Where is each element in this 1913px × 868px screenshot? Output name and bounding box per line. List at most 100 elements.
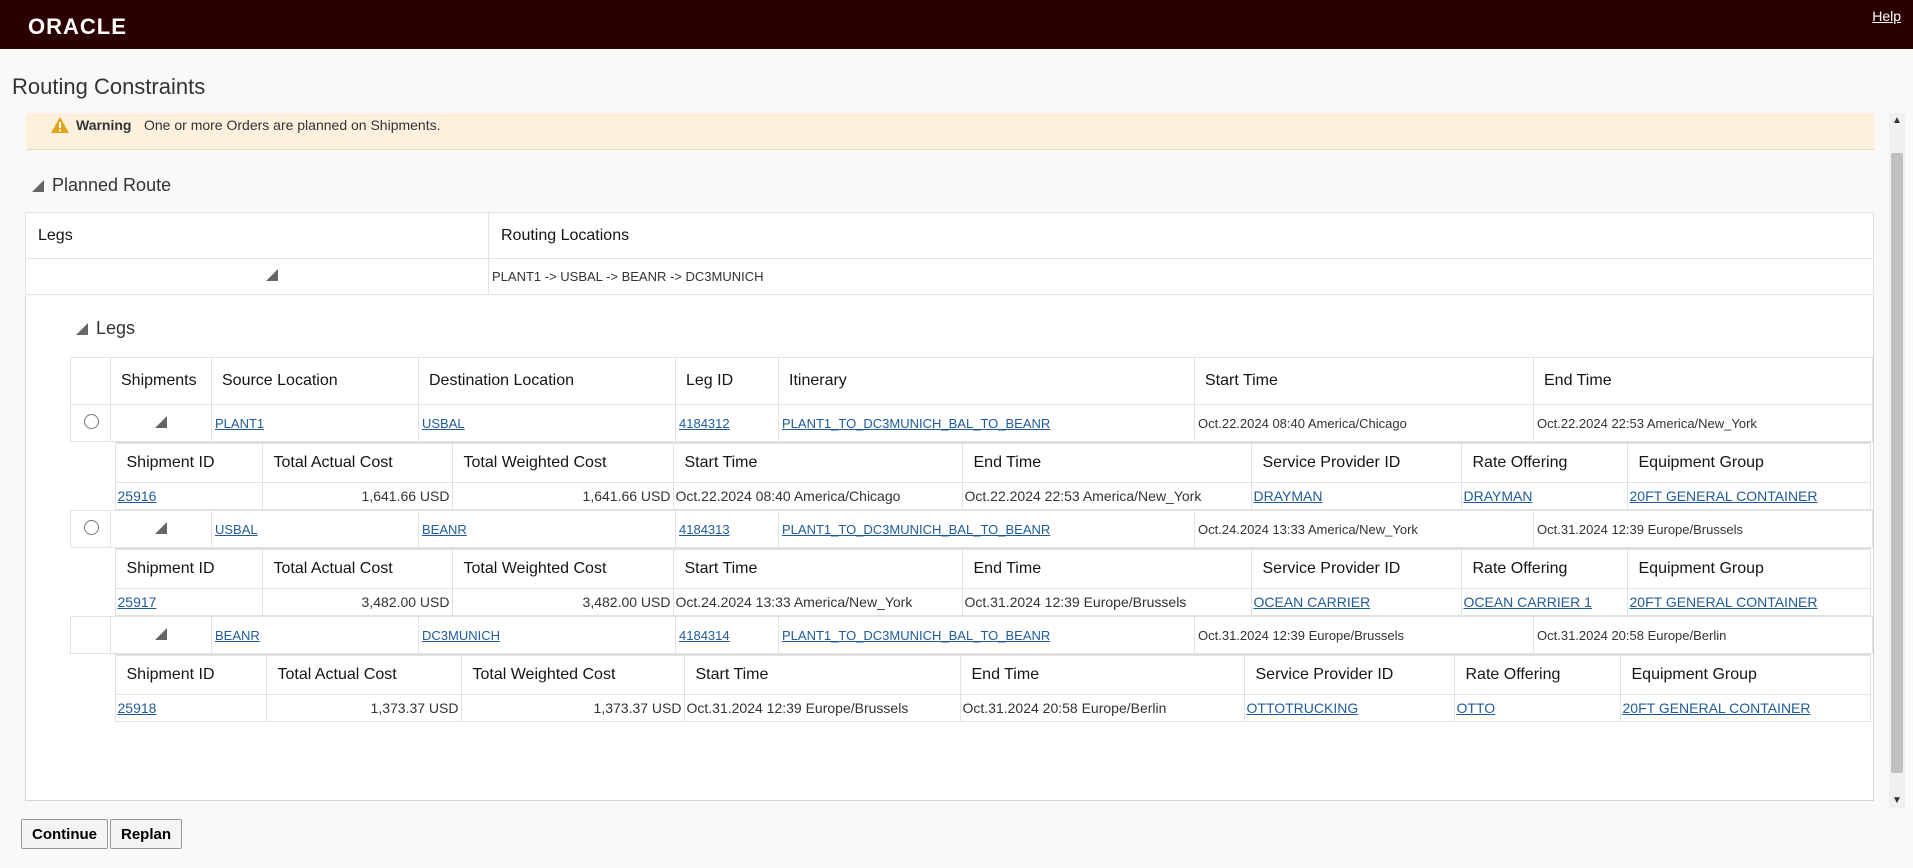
column-header-service-provider-id[interactable]: Service Provider ID [1250,549,1462,589]
continue-button[interactable]: Continue [21,819,108,849]
service-provider-link[interactable]: OTTOTRUCKING [1247,700,1359,716]
planned-route-header[interactable]: Planned Route [32,175,171,196]
column-header-equipment-group[interactable]: Equipment Group [1626,443,1871,483]
leg-id-link[interactable]: 4184312 [679,416,730,431]
shipments-toggle[interactable] [110,510,212,548]
itinerary-link[interactable]: PLANT1_TO_DC3MUNICH_BAL_TO_BEANR [782,522,1050,537]
content-scroll-area: Warning One or more Orders are planned o… [0,113,1890,808]
row-selector[interactable] [70,510,111,548]
end-time: Oct.31.2024 12:39 Europe/Brussels [1533,510,1873,548]
table-row: PLANT1 -> USBAL -> BEANR -> DC3MUNICH [25,258,1874,295]
shipment-id-link[interactable]: 25916 [118,488,157,504]
collapse-triangle-icon[interactable] [155,521,167,534]
help-link[interactable]: Help [1872,8,1901,24]
collapse-triangle-icon [76,323,88,336]
column-header-end-time[interactable]: End Time [959,655,1245,695]
column-header-total-weighted-cost[interactable]: Total Weighted Cost [451,549,674,589]
legs-toggle-cell[interactable] [25,258,489,295]
scroll-up-icon[interactable]: ▲ [1892,115,1902,126]
destination-location-link[interactable]: USBAL [422,416,465,431]
shipment-detail-row: Shipment ID Total Actual Cost Total Weig… [71,548,1873,617]
column-header-start-time[interactable]: Start Time [683,655,961,695]
equipment-group-link[interactable]: 20FT GENERAL CONTAINER [1630,594,1818,610]
column-header-total-actual-cost[interactable]: Total Actual Cost [265,655,462,695]
column-header-service-provider-id[interactable]: Service Provider ID [1250,443,1462,483]
itinerary-link[interactable]: PLANT1_TO_DC3MUNICH_BAL_TO_BEANR [782,628,1050,643]
column-header-total-weighted-cost[interactable]: Total Weighted Cost [451,443,674,483]
planned-route-title: Planned Route [52,175,172,195]
oracle-logo: ORACLE [28,14,127,39]
collapse-triangle-icon[interactable] [155,415,167,428]
shipment-end-time: Oct.31.2024 20:58 Europe/Berlin [959,694,1245,722]
leg-row: PLANT1 USBAL 4184312 PLANT1_TO_DC3MUNICH… [70,404,1873,442]
shipment-end-time: Oct.31.2024 12:39 Europe/Brussels [961,588,1252,616]
equipment-group-link[interactable]: 20FT GENERAL CONTAINER [1623,700,1811,716]
column-header-equipment-group[interactable]: Equipment Group [1626,549,1871,589]
rate-offering-link[interactable]: OTTO [1457,700,1496,716]
column-header-end-time[interactable]: End Time [961,549,1252,589]
column-header-shipments[interactable]: Shipments [110,357,212,405]
planned-route-table: Legs Routing Locations PLANT1 -> USBAL -… [25,212,1874,295]
column-header-leg-id[interactable]: Leg ID [675,357,779,405]
equipment-group-link[interactable]: 20FT GENERAL CONTAINER [1630,488,1818,504]
itinerary-link[interactable]: PLANT1_TO_DC3MUNICH_BAL_TO_BEANR [782,416,1050,431]
column-header-shipment-id[interactable]: Shipment ID [114,655,267,695]
select-radio[interactable] [84,414,99,429]
column-header-destination-location[interactable]: Destination Location [418,357,676,405]
shipment-end-time: Oct.22.2024 22:53 America/New_York [961,482,1252,510]
collapse-triangle-icon[interactable] [155,627,167,640]
scrollbar-thumb[interactable] [1891,153,1903,773]
column-header-source-location[interactable]: Source Location [211,357,419,405]
column-header-rate-offering[interactable]: Rate Offering [1460,549,1628,589]
shipment-id-link[interactable]: 25918 [118,700,157,716]
column-header-equipment-group[interactable]: Equipment Group [1619,655,1871,695]
column-header-total-weighted-cost[interactable]: Total Weighted Cost [460,655,685,695]
column-header-shipment-id[interactable]: Shipment ID [114,549,263,589]
service-provider-link[interactable]: OCEAN CARRIER [1254,594,1371,610]
shipment-detail-row: Shipment ID Total Actual Cost Total Weig… [71,654,1873,722]
column-header-start-time[interactable]: Start Time [1194,357,1534,405]
column-header-service-provider-id[interactable]: Service Provider ID [1243,655,1455,695]
source-location-link[interactable]: PLANT1 [215,416,264,431]
replan-button[interactable]: Replan [110,819,183,849]
column-header-select [70,357,111,405]
select-radio[interactable] [84,520,99,535]
column-header-rate-offering[interactable]: Rate Offering [1460,443,1628,483]
shipments-table: Shipment ID Total Actual Cost Total Weig… [114,655,1871,722]
warning-icon [51,117,69,133]
column-header-end-time[interactable]: End Time [961,443,1252,483]
destination-location-link[interactable]: BEANR [422,522,467,537]
leg-id-link[interactable]: 4184313 [679,522,730,537]
column-header-start-time[interactable]: Start Time [672,443,963,483]
shipment-id-link[interactable]: 25917 [118,594,157,610]
column-header-shipment-id[interactable]: Shipment ID [114,443,263,483]
destination-location-link[interactable]: DC3MUNICH [422,628,500,643]
page-title: Routing Constraints [12,74,206,99]
source-location-link[interactable]: BEANR [215,628,260,643]
column-header-itinerary[interactable]: Itinerary [778,357,1195,405]
start-time: Oct.24.2024 13:33 America/New_York [1194,510,1534,548]
scroll-down-icon[interactable]: ▼ [1892,795,1902,806]
service-provider-link[interactable]: DRAYMAN [1254,488,1323,504]
leg-row: USBAL BEANR 4184313 PLANT1_TO_DC3MUNICH_… [70,510,1873,548]
shipment-detail-row: Shipment ID Total Actual Cost Total Weig… [71,442,1873,511]
row-selector[interactable] [70,404,111,442]
column-header-end-time[interactable]: End Time [1533,357,1873,405]
start-time: Oct.31.2024 12:39 Europe/Brussels [1194,616,1534,654]
rate-offering-link[interactable]: DRAYMAN [1464,488,1533,504]
shipments-toggle[interactable] [110,616,212,654]
leg-id-link[interactable]: 4184314 [679,628,730,643]
source-location-link[interactable]: USBAL [215,522,258,537]
shipments-toggle[interactable] [110,404,212,442]
rate-offering-link[interactable]: OCEAN CARRIER 1 [1464,594,1592,610]
collapse-triangle-icon[interactable] [266,269,278,281]
column-header-legs[interactable]: Legs [25,212,489,259]
legs-header[interactable]: Legs [76,318,135,339]
column-header-total-actual-cost[interactable]: Total Actual Cost [261,443,453,483]
column-header-rate-offering[interactable]: Rate Offering [1453,655,1621,695]
column-header-total-actual-cost[interactable]: Total Actual Cost [261,549,453,589]
column-header-routing-locations[interactable]: Routing Locations [488,212,1874,259]
total-weighted-cost: 1,373.37 USD [460,694,685,722]
column-header-start-time[interactable]: Start Time [672,549,963,589]
vertical-scrollbar[interactable]: ▲ ▼ [1889,113,1905,808]
